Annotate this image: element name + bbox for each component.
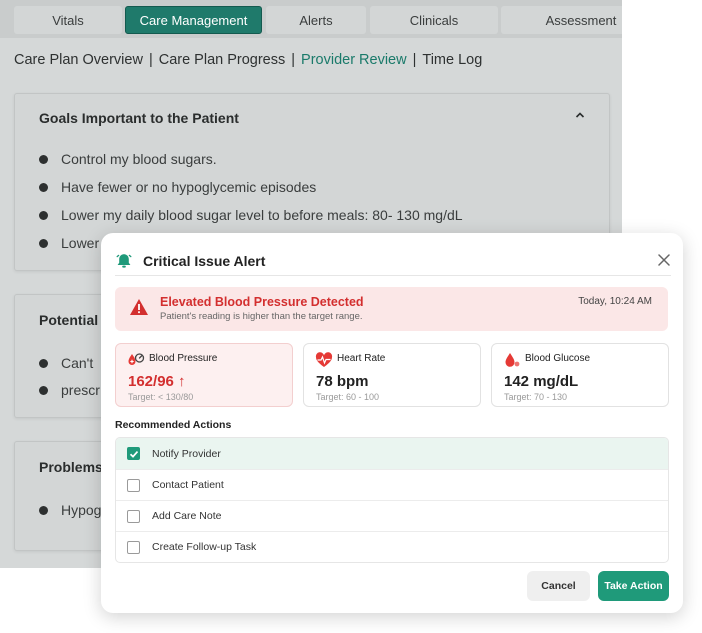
bullet-icon <box>39 154 48 164</box>
checkbox[interactable] <box>127 478 140 492</box>
action-label: Notify Provider <box>152 447 221 460</box>
modal-header: Critical Issue Alert <box>115 247 671 275</box>
metric-card-blood-glucose: Blood Glucose 142 mg/dL Target: 70 - 130 <box>491 343 669 407</box>
modal-title: Critical Issue Alert <box>143 253 266 269</box>
chevron-up-icon[interactable] <box>575 110 585 120</box>
bullet-icon <box>39 210 48 220</box>
blood-pressure-icon <box>128 353 145 365</box>
tab-alerts[interactable]: Alerts <box>266 6 366 34</box>
action-contact-patient[interactable]: Contact Patient <box>116 469 668 500</box>
tab-assessment[interactable]: Assessment <box>501 6 622 34</box>
list-item: Lower my daily blood sugar level to befo… <box>39 207 463 223</box>
subnav-separator: | <box>148 52 153 68</box>
heart-rate-icon <box>315 352 333 367</box>
action-label: Add Care Note <box>152 510 222 522</box>
list-item-text: Lower my daily blood sugar level to befo… <box>61 207 463 223</box>
metric-label: Blood Pressure <box>149 353 218 364</box>
metric-target: Target: 60 - 100 <box>316 392 380 402</box>
alert-banner: Elevated Blood Pressure Detected Patient… <box>115 287 668 331</box>
check-icon <box>129 451 139 458</box>
problems-card-title: Problems <box>39 459 103 475</box>
list-item: Control my blood sugars. <box>39 151 217 167</box>
care-plan-subnav: Care Plan Overview | Care Plan Progress | Pr… <box>14 52 482 68</box>
bullet-icon <box>39 385 48 395</box>
close-icon[interactable] <box>657 253 671 267</box>
metric-card-heart-rate: Heart Rate 78 bpm Target: 60 - 100 <box>303 343 481 407</box>
list-item: Hypog <box>39 502 101 518</box>
recommended-actions-title: Recommended Actions <box>115 419 232 431</box>
metric-value: 78 bpm <box>316 373 369 390</box>
bullet-icon <box>39 238 48 248</box>
action-add-care-note[interactable]: Add Care Note <box>116 500 668 531</box>
list-item-text: Can't <box>61 355 94 371</box>
bullet-icon <box>39 182 48 192</box>
list-item: Lower <box>39 235 99 251</box>
subnav-provider-review[interactable]: Provider Review <box>301 52 407 68</box>
cancel-button[interactable]: Cancel <box>527 571 590 601</box>
list-item-text: Control my blood sugars. <box>61 151 217 167</box>
list-item: Can't <box>39 355 93 371</box>
action-create-follow-up-task[interactable]: Create Follow-up Task <box>116 531 668 562</box>
bullet-icon <box>39 358 48 368</box>
metric-card-blood-pressure: Blood Pressure 162/96 ↑ Target: < 130/80 <box>115 343 293 407</box>
critical-issue-alert-modal: Critical Issue Alert Elevated Blood Pres… <box>101 233 683 613</box>
list-item-text: Have fewer or no hypoglycemic episodes <box>61 179 317 195</box>
metric-label: Heart Rate <box>337 353 386 364</box>
tab-care-management[interactable]: Care Management <box>125 6 262 34</box>
action-label: Create Follow-up Task <box>152 541 257 553</box>
metric-target: Target: < 130/80 <box>128 392 194 402</box>
take-action-button[interactable]: Take Action <box>598 571 669 601</box>
recommended-actions-list: Notify Provider Contact Patient Add Care… <box>115 437 669 563</box>
checkbox[interactable] <box>127 540 140 554</box>
alert-title: Elevated Blood Pressure Detected <box>160 295 364 309</box>
subnav-separator: | <box>291 52 296 68</box>
checkbox-checked[interactable] <box>127 447 140 460</box>
top-tab-bar: Vitals Care Management Alerts Clinicals … <box>0 0 622 38</box>
subnav-separator: | <box>412 52 417 68</box>
metric-value: 162/96 ↑ <box>128 373 186 390</box>
subnav-care-plan-progress[interactable]: Care Plan Progress <box>159 52 286 68</box>
action-notify-provider[interactable]: Notify Provider <box>116 438 668 469</box>
list-item: Have fewer or no hypoglycemic episodes <box>39 179 316 195</box>
warning-triangle-icon <box>130 299 148 315</box>
modal-divider <box>115 275 671 276</box>
list-item-text: Hypog <box>61 502 102 518</box>
metric-value: 142 mg/dL <box>504 373 579 390</box>
goals-card-title: Goals Important to the Patient <box>39 110 239 126</box>
bullet-icon <box>39 505 48 515</box>
tab-vitals[interactable]: Vitals <box>14 6 122 34</box>
metric-label: Blood Glucose <box>525 353 591 364</box>
list-item: prescr <box>39 382 100 398</box>
metric-target: Target: 70 - 130 <box>504 392 568 402</box>
list-item-text: Lower <box>61 235 100 251</box>
checkbox[interactable] <box>127 509 140 523</box>
subnav-time-log[interactable]: Time Log <box>422 52 482 68</box>
tab-clinicals[interactable]: Clinicals <box>370 6 498 34</box>
alert-timestamp: Today, 10:24 AM <box>578 296 652 307</box>
alarm-bell-icon <box>116 254 132 268</box>
potential-card-title: Potential <box>39 312 99 328</box>
subnav-care-plan-overview[interactable]: Care Plan Overview <box>14 52 143 68</box>
blood-drop-icon <box>505 353 520 367</box>
action-label: Contact Patient <box>152 479 224 491</box>
alert-subtitle: Patient's reading is higher than the tar… <box>160 311 363 322</box>
list-item-text: prescr <box>61 382 100 398</box>
